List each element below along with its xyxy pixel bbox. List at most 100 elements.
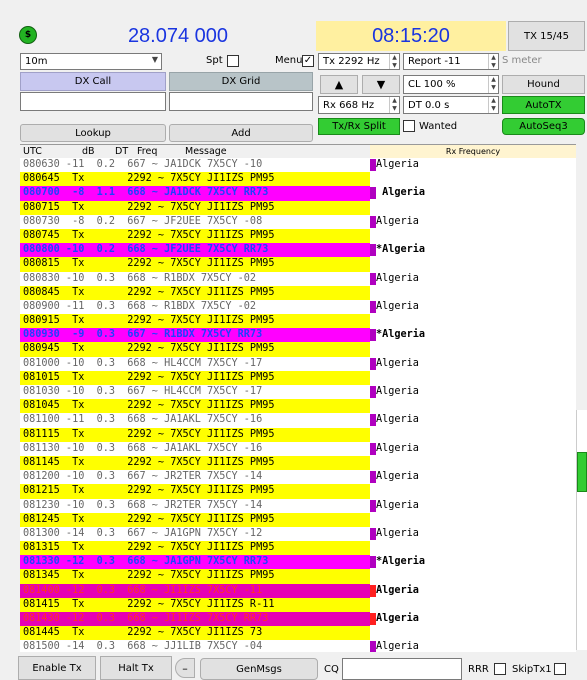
row-message: 081015 Tx 2292 ~ 7X5CY JI1IZS PM95 xyxy=(20,370,370,385)
table-row[interactable]: 081445 Tx 2292 ~ 7X5CY JI1IZS 73 xyxy=(20,626,576,641)
table-row[interactable]: 080715 Tx 2292 ~ 7X5CY JI1IZS PM95 xyxy=(20,200,576,215)
table-row[interactable]: 081145 Tx 2292 ~ 7X5CY JI1IZS PM95 xyxy=(20,455,576,471)
dt-value: DT 0.0 s xyxy=(408,99,450,111)
dx-grid-header: DX Grid xyxy=(169,72,313,91)
tx-freq-unit: Hz xyxy=(366,56,380,67)
table-row[interactable]: 081415 Tx 2292 ~ 7X5CY JI1IZS R-11 xyxy=(20,597,576,612)
table-row[interactable]: 081330 -12 0.3 668 ~ JA1GPN 7X5CY RR73 *A… xyxy=(20,555,576,570)
table-row[interactable]: 081200 -10 0.3 667 ~ JR2TER 7X5CY -14 Alg… xyxy=(20,470,576,484)
table-row[interactable]: 080915 Tx 2292 ~ 7X5CY JI1IZS PM95 xyxy=(20,314,576,329)
row-message: 080800 -10 0.2 668 ~ JF2UEE 7X5CY RR73 xyxy=(20,243,370,258)
tune-icon[interactable]: – xyxy=(175,658,195,678)
table-row[interactable]: 080945 Tx 2292 ~ 7X5CY JI1IZS PM95 xyxy=(20,342,576,357)
spin-arrows-icon[interactable]: ▲ ▼ xyxy=(488,54,498,69)
table-header: UTC dB DT Freq Message Rx Frequency xyxy=(20,145,576,158)
frequency-display: 28.074 000 xyxy=(127,24,229,47)
row-message: 081130 -10 0.3 668 ~ JA1AKL 7X5CY -16 xyxy=(23,442,263,454)
row-country: Algeria xyxy=(376,187,426,199)
row-message: 081415 Tx 2292 ~ 7X5CY JI1IZS R-11 xyxy=(20,597,370,612)
table-row[interactable]: 081315 Tx 2292 ~ 7X5CY JI1IZS PM95 xyxy=(20,541,576,556)
money-icon[interactable]: $ xyxy=(19,26,37,44)
tx-freq-spinbox[interactable]: Tx 2292 Hz ▲ ▼ xyxy=(318,53,400,70)
row-country: *Algeria xyxy=(376,556,426,568)
rrr-label: RRR xyxy=(468,664,489,675)
table-row[interactable]: 080730 -8 0.2 667 ~ JF2UEE 7X5CY -08 Alge… xyxy=(20,215,576,229)
autoseq-button[interactable]: AutoSeq3 xyxy=(502,118,585,135)
row-country: Algeria xyxy=(376,499,419,511)
table-row[interactable]: 080630 -11 0.2 667 ~ JA1DCK 7X5CY -10 Alg… xyxy=(20,158,576,172)
enable-tx-button[interactable]: Enable Tx xyxy=(18,656,96,680)
row-country: Algeria xyxy=(376,357,419,369)
table-row[interactable]: 081100 -11 0.3 668 ~ JA1AKL 7X5CY -16 Alg… xyxy=(20,413,576,427)
row-message: 080745 Tx 2292 ~ 7X5CY JI1IZS PM95 xyxy=(20,228,370,244)
autotx-button[interactable]: AutoTX xyxy=(502,96,585,114)
cl-spinbox[interactable]: CL 100 % ▲ ▼ xyxy=(403,75,499,94)
arrow-up-button[interactable]: ▲ xyxy=(320,75,358,94)
skiptx-checkbox[interactable] xyxy=(554,663,566,675)
cq-input[interactable] xyxy=(342,658,462,680)
table-row[interactable]: 080900 -11 0.3 668 ~ R1BDX 7X5CY -02 Alge… xyxy=(20,300,576,314)
row-country: *Algeria xyxy=(376,329,426,341)
row-message: 081100 -11 0.3 668 ~ JA1AKL 7X5CY -16 xyxy=(23,414,263,426)
hound-button[interactable]: Hound xyxy=(502,75,585,94)
row-message: 081200 -10 0.3 667 ~ JR2TER 7X5CY -14 xyxy=(23,471,263,483)
arrow-down-button[interactable]: ▼ xyxy=(362,75,400,94)
dx-call-input[interactable] xyxy=(20,92,166,111)
spin-arrows-icon[interactable]: ▲ ▼ xyxy=(389,97,399,113)
row-message: 080830 -10 0.3 668 ~ R1BDX 7X5CY -02 xyxy=(23,272,257,284)
add-button[interactable]: Add xyxy=(169,124,313,142)
report-spinbox[interactable]: Report -11 ▲ ▼ xyxy=(403,53,499,70)
band-select[interactable]: 10m ▼ xyxy=(20,53,162,70)
table-row[interactable]: 080830 -10 0.3 668 ~ R1BDX 7X5CY -02 Alge… xyxy=(20,272,576,286)
rrr-checkbox[interactable] xyxy=(494,663,506,675)
menu-checkbox[interactable]: ✓ xyxy=(302,55,314,67)
row-message: 080900 -11 0.3 668 ~ R1BDX 7X5CY -02 xyxy=(23,300,257,312)
table-row[interactable]: 080745 Tx 2292 ~ 7X5CY JI1IZS PM95 xyxy=(20,228,576,244)
table-row[interactable]: 081045 Tx 2292 ~ 7X5CY JI1IZS PM95 xyxy=(20,399,576,414)
row-country: Algeria xyxy=(376,471,419,483)
table-row[interactable]: 080800 -10 0.2 668 ~ JF2UEE 7X5CY RR73 *A… xyxy=(20,243,576,258)
decode-table[interactable]: UTC dB DT Freq Message Rx Frequency 0806… xyxy=(20,144,576,652)
row-message: 081500 -14 0.3 668 ~ JJ1LIB 7X5CY -04 xyxy=(23,641,263,652)
row-message: 080915 Tx 2292 ~ 7X5CY JI1IZS PM95 xyxy=(20,314,370,329)
wanted-checkbox[interactable] xyxy=(403,120,415,132)
halt-tx-button[interactable]: Halt Tx xyxy=(100,656,172,680)
table-row[interactable]: 081130 -10 0.3 668 ~ JA1AKL 7X5CY -16 Alg… xyxy=(20,442,576,456)
table-row[interactable]: 081030 -10 0.3 667 ~ HL4CCM 7X5CY -17 Alg… xyxy=(20,385,576,399)
spin-arrows-icon[interactable]: ▲ ▼ xyxy=(488,97,498,113)
spin-arrows-icon[interactable]: ▲ ▼ xyxy=(389,54,399,69)
dt-spinbox[interactable]: DT 0.0 s ▲ ▼ xyxy=(403,96,499,114)
table-row[interactable]: 081115 Tx 2292 ~ 7X5CY JI1IZS PM95 xyxy=(20,427,576,442)
cq-label: CQ xyxy=(324,664,339,675)
table-row[interactable]: 081345 Tx 2292 ~ 7X5CY JI1IZS PM95 xyxy=(20,569,576,584)
row-message: 081045 Tx 2292 ~ 7X5CY JI1IZS PM95 xyxy=(20,399,370,414)
table-row[interactable]: 081015 Tx 2292 ~ 7X5CY JI1IZS PM95 xyxy=(20,370,576,385)
decode-rows: 080630 -11 0.2 667 ~ JA1DCK 7X5CY -10 Alg… xyxy=(20,158,576,652)
scroll-thumb[interactable] xyxy=(577,452,587,492)
rx-freq-spinbox[interactable]: Rx 668 Hz ▲ ▼ xyxy=(318,96,400,114)
lookup-button[interactable]: Lookup xyxy=(20,124,166,142)
table-row[interactable]: 080700 -8 1.1 668 ~ JA1DCK 7X5CY RR73 Al… xyxy=(20,186,576,201)
rx-freq-label: Rx xyxy=(323,99,336,111)
dx-grid-input[interactable] xyxy=(169,92,313,111)
table-row[interactable]: 081430 -12 0.3 668 ~ JI1IZS 7X5CY RR73 Al… xyxy=(20,612,576,627)
genmsgs-button[interactable]: GenMsgs xyxy=(200,658,318,680)
table-row[interactable]: 080845 Tx 2292 ~ 7X5CY JI1IZS PM95 xyxy=(20,285,576,300)
table-row[interactable]: 081230 -10 0.3 668 ~ JR2TER 7X5CY -14 Alg… xyxy=(20,499,576,513)
table-row[interactable]: 080645 Tx 2292 ~ 7X5CY JI1IZS PM95 xyxy=(20,172,576,187)
table-row[interactable]: 081400 -12 0.3 668 ~ JI1IZS 7X5CY -11 Alg… xyxy=(20,583,576,598)
spt-checkbox[interactable] xyxy=(227,55,239,67)
table-row[interactable]: 081245 Tx 2292 ~ 7X5CY JI1IZS PM95 xyxy=(20,512,576,527)
table-row[interactable]: 081000 -10 0.3 668 ~ HL4CCM 7X5CY -17 Alg… xyxy=(20,357,576,371)
table-row[interactable]: 080815 Tx 2292 ~ 7X5CY JI1IZS PM95 xyxy=(20,257,576,272)
table-row[interactable]: 081500 -14 0.3 668 ~ JJ1LIB 7X5CY -04 Alg… xyxy=(20,640,576,652)
skiptx-label: SkipTx1 xyxy=(512,664,552,675)
tx-status-button[interactable]: TX 15/45 xyxy=(508,21,585,51)
table-row[interactable]: 080930 -9 0.3 667 ~ R1BDX 7X5CY RR73 *Alg… xyxy=(20,328,576,343)
tx-rx-split-button[interactable]: Tx/Rx Split xyxy=(318,118,400,135)
row-country: Algeria xyxy=(376,527,419,539)
table-row[interactable]: 081215 Tx 2292 ~ 7X5CY JI1IZS PM95 xyxy=(20,484,576,499)
spin-arrows-icon[interactable]: ▲ ▼ xyxy=(488,76,498,93)
table-row[interactable]: 081300 -14 0.3 667 ~ JA1GPN 7X5CY -12 Alg… xyxy=(20,527,576,541)
tx-freq-label: Tx xyxy=(323,56,336,67)
